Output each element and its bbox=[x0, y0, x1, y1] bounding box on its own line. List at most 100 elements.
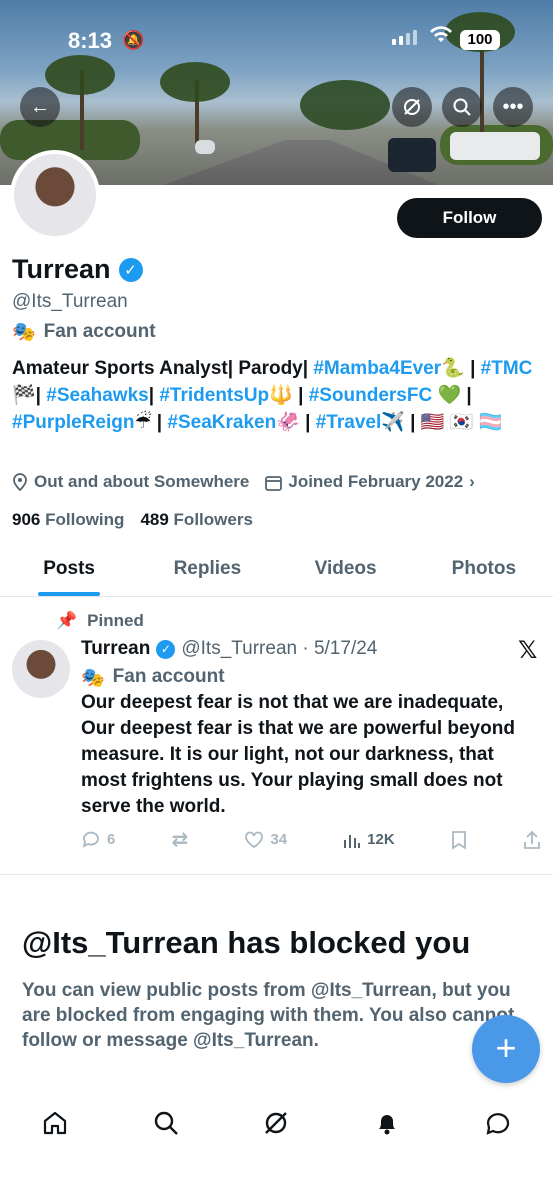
plus-icon: + bbox=[495, 1027, 517, 1068]
blocked-title: @Its_Turrean has blocked you bbox=[22, 925, 471, 960]
nav-grok[interactable] bbox=[262, 1109, 290, 1144]
pinned-label: Pinned bbox=[87, 611, 144, 630]
nav-search[interactable] bbox=[152, 1109, 180, 1144]
joined-text: Joined February 2022 bbox=[288, 472, 464, 491]
bottom-nav bbox=[0, 1100, 553, 1152]
hashtag-link[interactable]: #TMC bbox=[481, 358, 533, 379]
reply-count: 6 bbox=[107, 831, 116, 848]
hashtag-link[interactable]: #Mamba4Ever bbox=[313, 358, 441, 379]
pinned-indicator: 📌 Pinned bbox=[56, 611, 144, 631]
tab-videos[interactable]: Videos bbox=[277, 545, 415, 596]
heart-icon bbox=[245, 831, 264, 848]
post-header: Turrean ✓ @Its_Turrean · 5/17/24 bbox=[81, 638, 377, 660]
bell-icon bbox=[379, 1114, 396, 1134]
post-avatar[interactable] bbox=[12, 640, 70, 698]
search-icon bbox=[453, 98, 471, 116]
profile-tabs: Posts Replies Videos Photos bbox=[0, 545, 553, 597]
category-label: Fan account bbox=[43, 321, 156, 342]
post-category: 🎭 Fan account bbox=[81, 666, 225, 690]
chevron-right-icon: › bbox=[469, 472, 475, 491]
status-bar: 8:13 🔕 100 bbox=[0, 0, 553, 70]
tab-replies[interactable]: Replies bbox=[138, 545, 276, 596]
profile-avatar[interactable] bbox=[10, 150, 100, 240]
arrow-left-icon: ← bbox=[30, 95, 50, 118]
bookmark-icon bbox=[451, 830, 466, 850]
repost-icon: ⇄ bbox=[171, 829, 189, 851]
share-icon bbox=[524, 830, 540, 849]
grok-button[interactable] bbox=[392, 87, 432, 127]
nav-notifications[interactable] bbox=[373, 1109, 401, 1144]
post-category-label: Fan account bbox=[112, 666, 225, 687]
pin-icon: 📌 bbox=[56, 611, 78, 630]
reply-button[interactable]: 6 bbox=[81, 827, 115, 852]
compose-post-button[interactable]: + bbox=[472, 1015, 540, 1083]
calendar-icon bbox=[265, 475, 283, 491]
battery-indicator: 100 bbox=[460, 30, 500, 50]
views-chart-icon bbox=[344, 834, 361, 848]
theater-masks-icon: 🎭 bbox=[12, 322, 36, 343]
hashtag-link[interactable]: #SoundersFC bbox=[309, 385, 433, 406]
nav-home[interactable] bbox=[41, 1109, 69, 1144]
x-logo-icon: 𝕏 bbox=[518, 637, 538, 664]
verified-badge-icon[interactable]: ✓ bbox=[118, 257, 143, 282]
theater-masks-icon: 🎭 bbox=[81, 668, 105, 689]
profile-bio: Amateur Sports Analyst| Parody| #Mamba4E… bbox=[12, 355, 542, 436]
post-author[interactable]: Turrean bbox=[81, 638, 150, 660]
views-button[interactable]: 12K bbox=[343, 827, 395, 852]
followers-link[interactable]: 489 Followers bbox=[140, 510, 252, 530]
like-count: 34 bbox=[270, 831, 288, 848]
following-label: Following bbox=[45, 510, 125, 529]
wifi-icon bbox=[430, 26, 452, 50]
hashtag-link[interactable]: #PurpleReign bbox=[12, 412, 134, 433]
bio-text: 🔱 | bbox=[269, 385, 309, 406]
profile-handle: @Its_Turrean bbox=[12, 291, 128, 312]
followers-count: 489 bbox=[140, 510, 169, 529]
hashtag-link[interactable]: #TridentsUp bbox=[159, 385, 269, 406]
follow-stats: 906 Following 489 Followers bbox=[12, 510, 253, 530]
grok-icon bbox=[265, 1111, 288, 1134]
hashtag-link[interactable]: #SeaKraken bbox=[167, 412, 276, 433]
nav-messages[interactable] bbox=[484, 1109, 512, 1144]
blocked-message: You can view public posts from @Its_Turr… bbox=[22, 980, 515, 1051]
bookmark-button[interactable] bbox=[451, 827, 467, 852]
views-count: 12K bbox=[367, 831, 395, 848]
location-pin-icon bbox=[13, 473, 27, 491]
hashtag-link[interactable]: #Travel bbox=[316, 412, 382, 433]
followers-label: Followers bbox=[173, 510, 253, 529]
hashtag-link[interactable]: #Seahawks bbox=[46, 385, 148, 406]
bio-text: 🦑 | bbox=[276, 412, 316, 433]
like-button[interactable]: 34 bbox=[244, 827, 287, 852]
following-link[interactable]: 906 Following bbox=[12, 510, 124, 530]
home-icon bbox=[44, 1111, 67, 1134]
profile-meta: Out and about Somewhere Joined February … bbox=[12, 472, 475, 492]
follow-button[interactable]: Follow bbox=[397, 198, 542, 238]
profile-name: Turrean bbox=[12, 254, 111, 284]
post-text: Our deepest fear is not that we are inad… bbox=[81, 692, 515, 817]
location-text: Out and about Somewhere bbox=[34, 472, 250, 491]
bio-text: Amateur Sports Analyst| Parody| bbox=[12, 358, 314, 379]
more-button[interactable]: ••• bbox=[493, 87, 533, 127]
search-icon bbox=[154, 1111, 178, 1135]
repost-button[interactable]: ⇄ bbox=[171, 827, 188, 852]
back-button[interactable]: ← bbox=[20, 87, 60, 127]
status-time: 8:13 bbox=[68, 28, 113, 53]
share-button[interactable] bbox=[523, 827, 541, 852]
bio-text: 🏁| bbox=[12, 385, 47, 406]
search-button[interactable] bbox=[442, 87, 482, 127]
tab-photos[interactable]: Photos bbox=[415, 545, 553, 596]
post-actions: 6 ⇄ 34 12K bbox=[81, 827, 541, 852]
message-icon bbox=[486, 1112, 509, 1135]
tab-posts[interactable]: Posts bbox=[0, 545, 138, 596]
post-handle-date: @Its_Turrean · 5/17/24 bbox=[181, 638, 378, 659]
joined-date[interactable]: Joined February 2022 › bbox=[265, 472, 475, 492]
more-dots-icon: ••• bbox=[502, 95, 524, 118]
following-count: 906 bbox=[12, 510, 41, 529]
bio-text: ✈️ | 🇺🇸 🇰🇷 🏳️‍⚧️ bbox=[381, 412, 503, 433]
verified-badge-icon: ✓ bbox=[156, 639, 176, 659]
bio-text: 🐍 | bbox=[441, 358, 481, 379]
reply-icon bbox=[82, 831, 99, 848]
grok-icon bbox=[404, 99, 420, 115]
profile-category: 🎭 Fan account bbox=[12, 320, 156, 344]
divider bbox=[0, 874, 553, 875]
signal-icon bbox=[392, 30, 417, 45]
